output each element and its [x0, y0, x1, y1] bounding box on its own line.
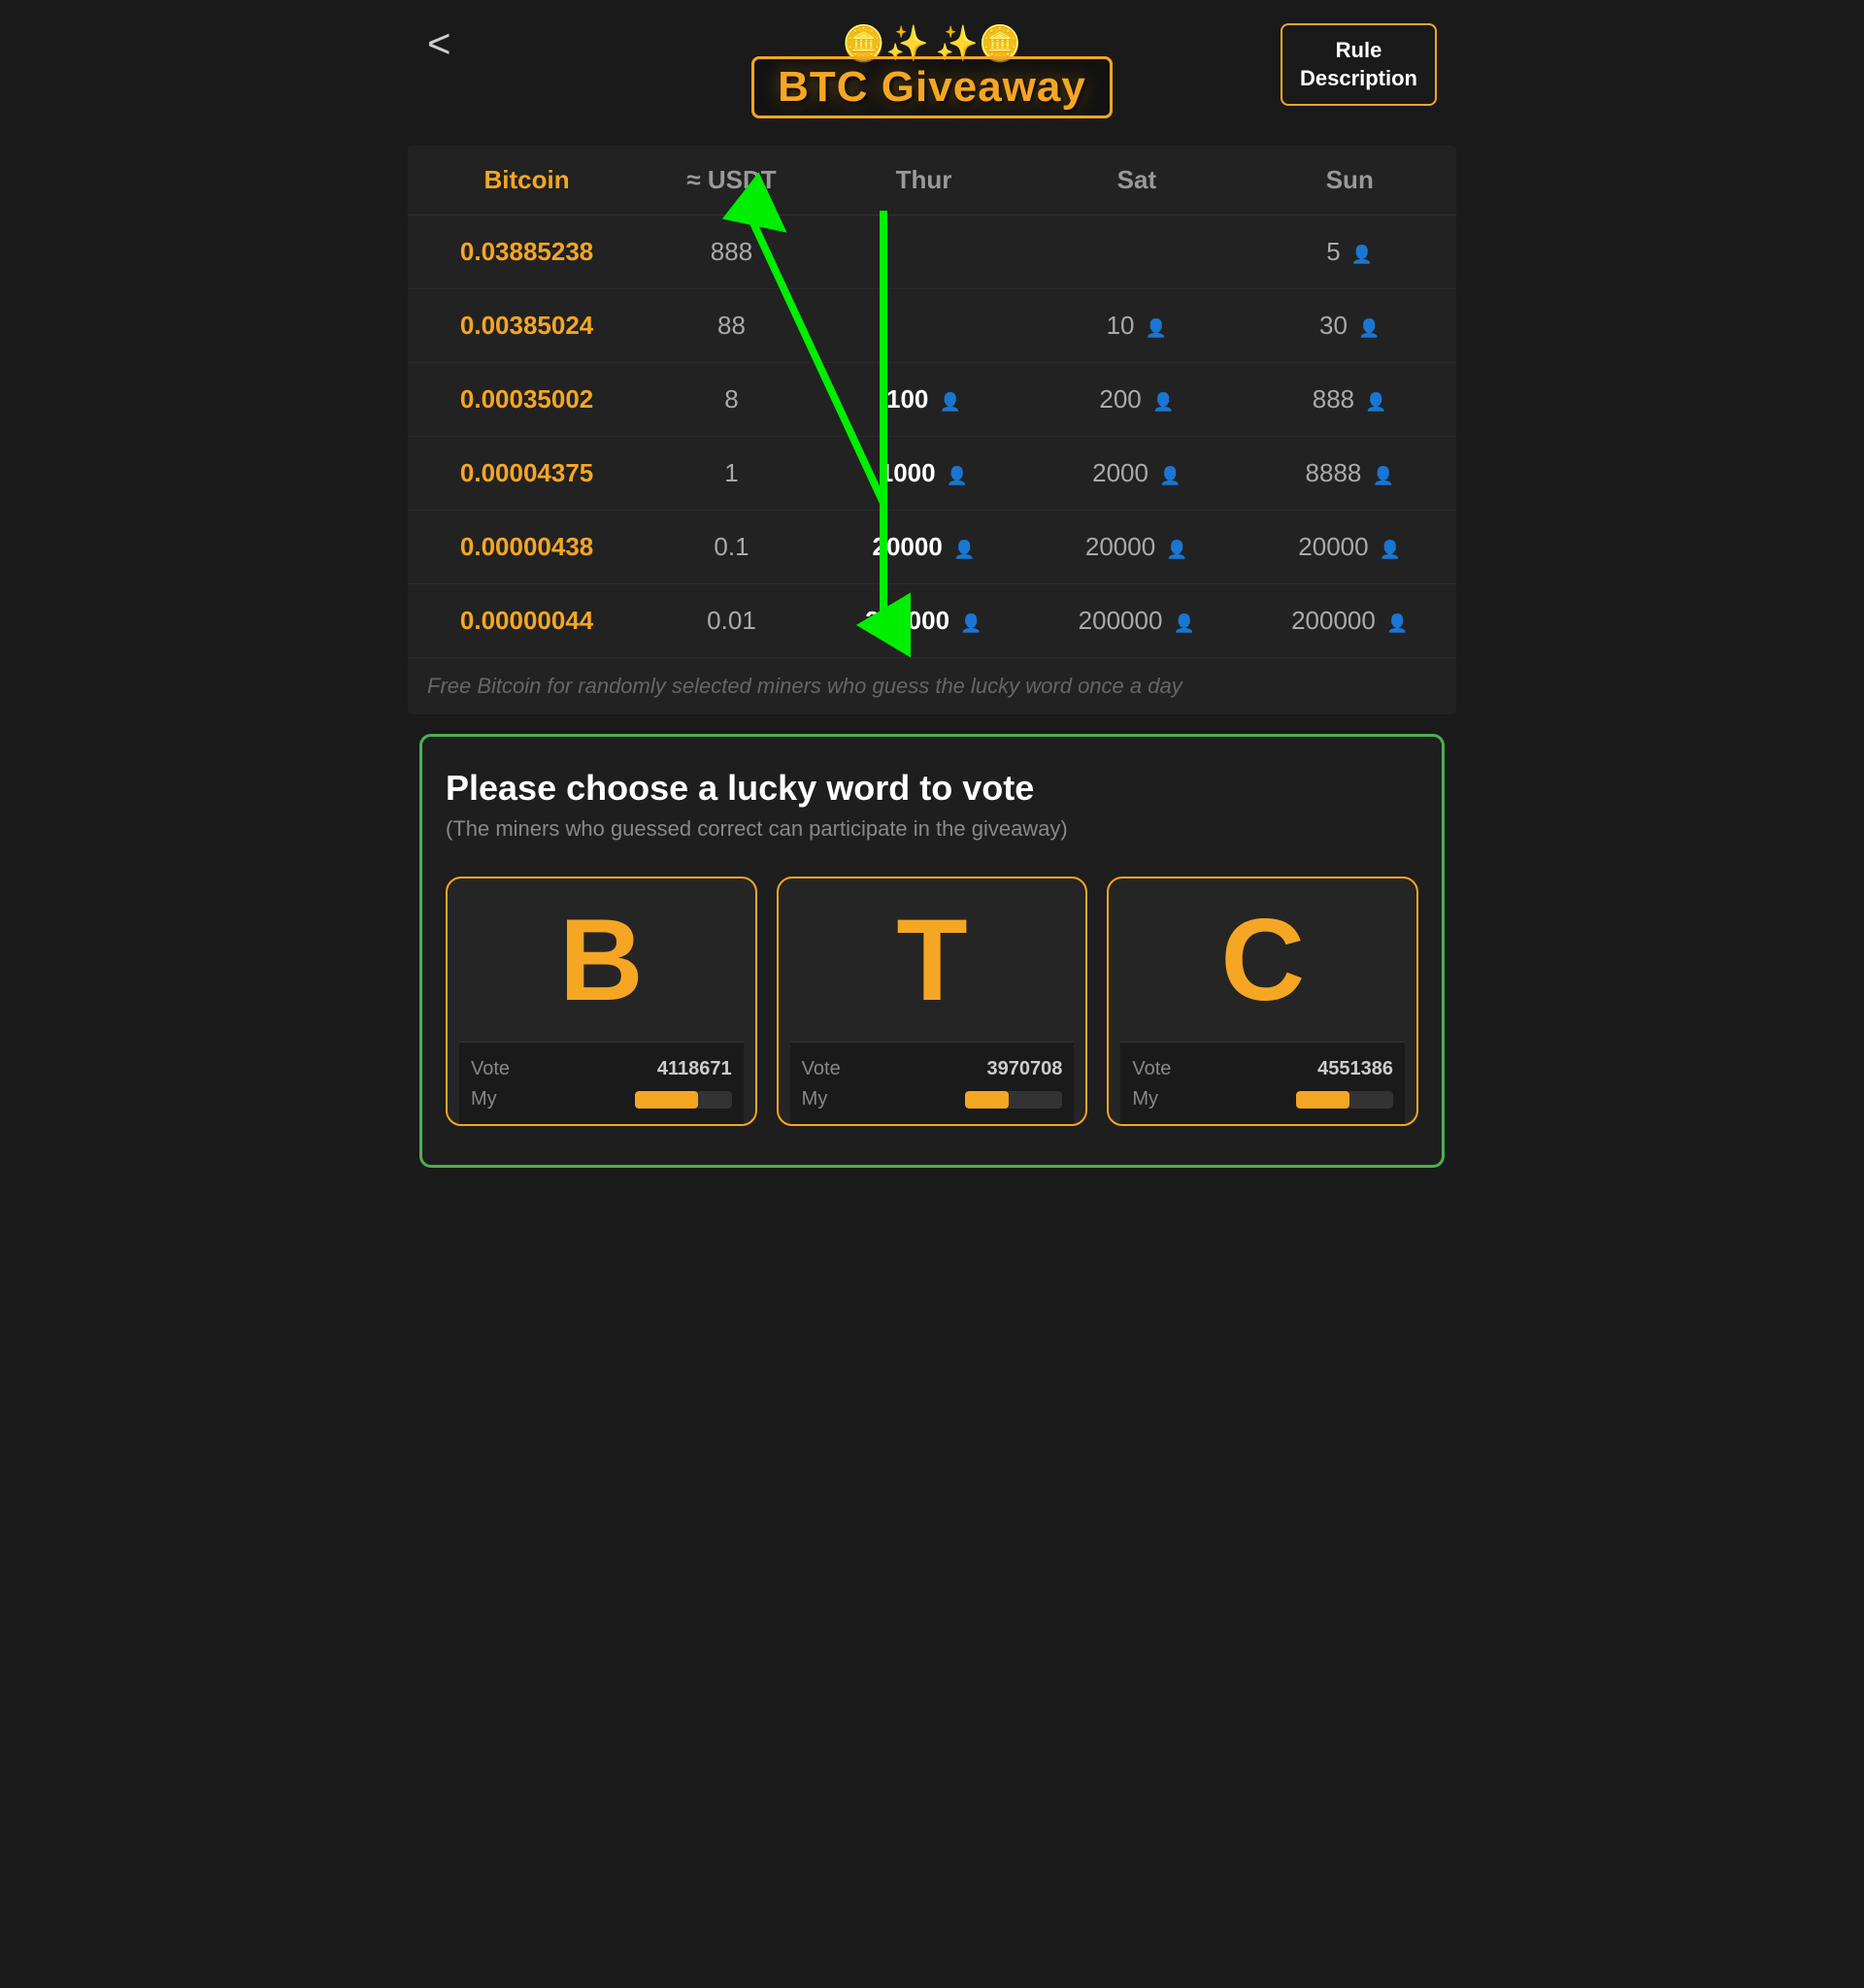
vote-section: Please choose a lucky word to vote (The … — [419, 734, 1445, 1168]
cell-btc: 0.00000438 — [408, 511, 646, 584]
cell-btc: 0.00035002 — [408, 363, 646, 437]
cell-thur — [817, 215, 1030, 289]
vote-label-b: Vote — [471, 1058, 510, 1080]
cell-usdt: 1 — [646, 437, 817, 511]
cell-usdt: 0.01 — [646, 584, 817, 658]
my-bar-t — [965, 1091, 1062, 1109]
reward-table-section: Bitcoin ≈ USDT Thur Sat Sun 0.03885238 8… — [408, 146, 1456, 714]
cell-sat: 20000 👤 — [1030, 511, 1243, 584]
word-letter-b: B — [559, 902, 644, 1018]
vote-title: Please choose a lucky word to vote — [446, 768, 1418, 809]
vote-row-c: Vote 4551386 — [1132, 1058, 1393, 1080]
cell-btc: 0.03885238 — [408, 215, 646, 289]
cell-sat: 10 👤 — [1030, 289, 1243, 363]
cell-usdt: 888 — [646, 215, 817, 289]
title-wrapper: 🪙✨ ✨🪙 BTC Giveaway — [751, 23, 1113, 118]
my-bar-fill-c — [1296, 1091, 1349, 1109]
cell-usdt: 8 — [646, 363, 817, 437]
vote-count-t: 3970708 — [986, 1058, 1062, 1080]
word-cards-container: B Vote 4118671 My T Vote 39 — [446, 877, 1418, 1126]
vote-row-t: Vote 3970708 — [802, 1058, 1063, 1080]
cell-thur: 1000 👤 — [817, 437, 1030, 511]
my-row-b: My — [471, 1088, 732, 1110]
my-bar-c — [1296, 1091, 1393, 1109]
vote-subtitle: (The miners who guessed correct can part… — [446, 816, 1418, 842]
my-row-c: My — [1132, 1088, 1393, 1110]
cell-sun: 8888 👤 — [1244, 437, 1456, 511]
cell-sun: 888 👤 — [1244, 363, 1456, 437]
my-label-t: My — [802, 1088, 828, 1110]
my-bar-b — [635, 1091, 732, 1109]
page-title: BTC Giveaway — [751, 56, 1113, 118]
reward-table: Bitcoin ≈ USDT Thur Sat Sun 0.03885238 8… — [408, 146, 1456, 658]
my-bar-fill-b — [635, 1091, 698, 1109]
table-row: 0.00035002 8 100 👤 200 👤 888 👤 — [408, 363, 1456, 437]
vote-count-c: 4551386 — [1317, 1058, 1393, 1080]
cell-usdt: 88 — [646, 289, 817, 363]
cell-sun: 200000 👤 — [1244, 584, 1456, 658]
word-card-t[interactable]: T Vote 3970708 My — [777, 877, 1088, 1126]
cell-sat: 200000 👤 — [1030, 584, 1243, 658]
cell-sun: 5 👤 — [1244, 215, 1456, 289]
card-bottom-b: Vote 4118671 My — [459, 1042, 744, 1124]
vote-row-b: Vote 4118671 — [471, 1058, 732, 1080]
word-card-b[interactable]: B Vote 4118671 My — [446, 877, 757, 1126]
table-footnote: Free Bitcoin for randomly selected miner… — [408, 658, 1456, 714]
cell-thur: 200000 👤 — [817, 584, 1030, 658]
col-header-usdt: ≈ USDT — [646, 146, 817, 215]
my-row-t: My — [802, 1088, 1063, 1110]
table-row: 0.00000438 0.1 20000 👤 20000 👤 20000 👤 — [408, 511, 1456, 584]
vote-count-b: 4118671 — [657, 1058, 732, 1080]
back-button[interactable]: < — [427, 23, 451, 64]
cell-sun: 30 👤 — [1244, 289, 1456, 363]
cell-thur: 20000 👤 — [817, 511, 1030, 584]
cell-thur — [817, 289, 1030, 363]
table-row: 0.00004375 1 1000 👤 2000 👤 8888 👤 — [408, 437, 1456, 511]
col-header-thur: Thur — [817, 146, 1030, 215]
header: < 🪙✨ ✨🪙 BTC Giveaway RuleDescription — [408, 0, 1456, 130]
cell-btc: 0.00004375 — [408, 437, 646, 511]
table-row: 0.00000044 0.01 200000 👤 200000 👤 200000… — [408, 584, 1456, 658]
cell-sat: 2000 👤 — [1030, 437, 1243, 511]
vote-label-t: Vote — [802, 1058, 841, 1080]
col-header-sat: Sat — [1030, 146, 1243, 215]
card-bottom-c: Vote 4551386 My — [1120, 1042, 1405, 1124]
word-letter-t: T — [896, 902, 967, 1018]
cell-sat: 200 👤 — [1030, 363, 1243, 437]
table-row: 0.03885238 888 5 👤 — [408, 215, 1456, 289]
cell-usdt: 0.1 — [646, 511, 817, 584]
card-bottom-t: Vote 3970708 My — [790, 1042, 1075, 1124]
cell-sun: 20000 👤 — [1244, 511, 1456, 584]
word-letter-c: C — [1220, 902, 1305, 1018]
rule-description-button[interactable]: RuleDescription — [1281, 23, 1437, 106]
cell-btc: 0.00385024 — [408, 289, 646, 363]
my-label-b: My — [471, 1088, 497, 1110]
my-bar-fill-t — [965, 1091, 1009, 1109]
cell-thur: 100 👤 — [817, 363, 1030, 437]
table-row: 0.00385024 88 10 👤 30 👤 — [408, 289, 1456, 363]
vote-label-c: Vote — [1132, 1058, 1171, 1080]
my-label-c: My — [1132, 1088, 1158, 1110]
col-header-bitcoin: Bitcoin — [408, 146, 646, 215]
col-header-sun: Sun — [1244, 146, 1456, 215]
cell-sat — [1030, 215, 1243, 289]
word-card-c[interactable]: C Vote 4551386 My — [1107, 877, 1418, 1126]
cell-btc: 0.00000044 — [408, 584, 646, 658]
